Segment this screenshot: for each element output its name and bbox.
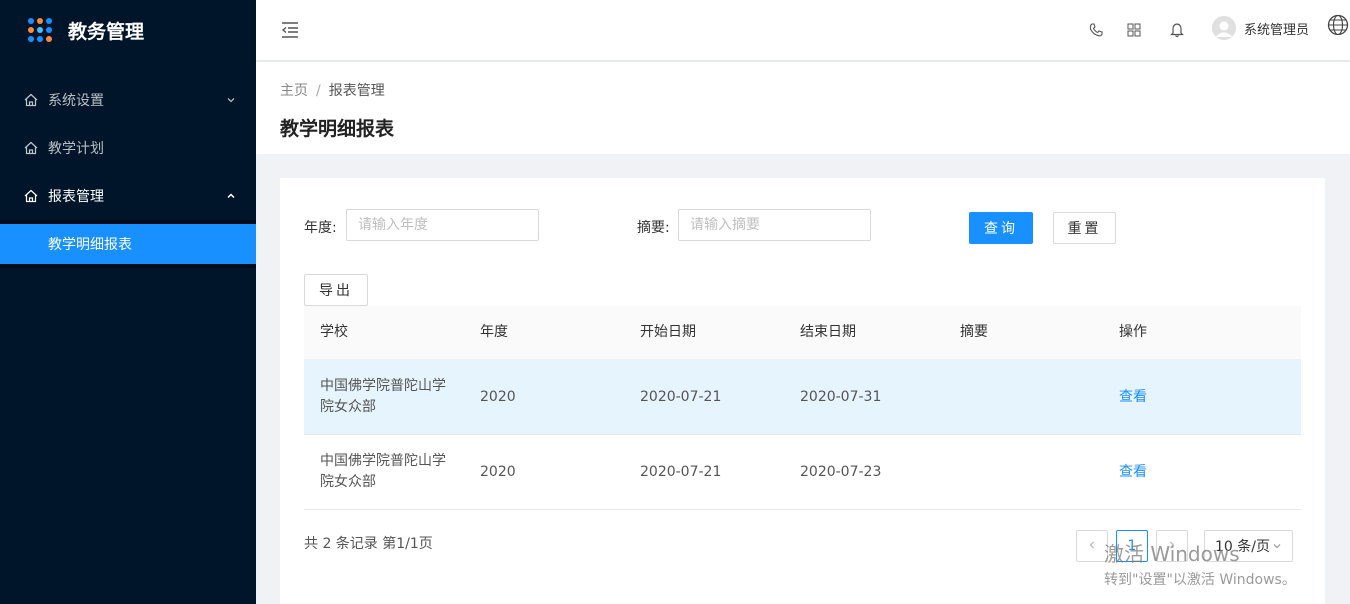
column-header-end-date: 结束日期 <box>800 324 856 340</box>
breadcrumb-home[interactable]: 主页 <box>280 83 308 99</box>
reset-button[interactable]: 重置 <box>1053 212 1116 244</box>
menu-fold-icon[interactable] <box>280 20 300 40</box>
report-table: 学校 年度 开始日期 结束日期 摘要 操作 中国佛学院普陀山学 院女众部 202… <box>304 306 1301 510</box>
column-header-summary: 摘要 <box>960 324 988 340</box>
page-size-select[interactable]: 10 条/页 <box>1204 530 1293 562</box>
bell-icon[interactable] <box>1169 22 1185 38</box>
year-input[interactable] <box>346 209 539 241</box>
pagination-summary: 共 2 条记录 第1/1页 <box>304 536 433 552</box>
sidebar-menu: 系统设置 教学计划 报表管理 教学明细报表 <box>0 76 256 268</box>
phone-icon[interactable] <box>1088 22 1104 38</box>
chevron-left-icon <box>1087 538 1097 554</box>
table-header: 学校 年度 开始日期 结束日期 摘要 操作 <box>304 306 1301 360</box>
sidebar-item-report-management[interactable]: 报表管理 <box>0 172 256 220</box>
home-icon <box>24 141 38 155</box>
chevron-down-icon <box>226 95 236 105</box>
chevron-right-icon <box>1167 538 1177 554</box>
avatar <box>1212 16 1236 40</box>
sidebar-item-teaching-detail-report[interactable]: 教学明细报表 <box>0 224 256 264</box>
breadcrumb: 主页 / 报表管理 <box>280 80 385 100</box>
sidebar-item-system-settings[interactable]: 系统设置 <box>0 76 256 124</box>
cell-end-date: 2020-07-31 <box>800 388 882 405</box>
home-icon <box>24 93 38 107</box>
cell-end-date: 2020-07-23 <box>800 463 882 480</box>
cell-year: 2020 <box>480 388 516 405</box>
page-size-value: 10 条/页 <box>1215 539 1270 555</box>
breadcrumb-current: 报表管理 <box>328 83 385 99</box>
chevron-up-icon <box>226 191 236 201</box>
cell-school: 中国佛学院普陀山学 院女众部 <box>320 453 446 490</box>
user-name: 系统管理员 <box>1244 22 1310 38</box>
page-header: 主页 / 报表管理 教学明细报表 <box>256 62 1350 154</box>
user-menu[interactable]: 系统管理员 <box>1212 16 1309 40</box>
chevron-down-icon <box>1272 541 1282 551</box>
app-title: 教务管理 <box>68 20 145 43</box>
breadcrumb-separator: / <box>316 83 321 99</box>
export-button[interactable]: 导出 <box>304 274 368 306</box>
table-row[interactable]: 中国佛学院普陀山学 院女众部 2020 2020-07-21 2020-07-2… <box>304 435 1301 510</box>
pagination-prev-button[interactable] <box>1076 530 1108 562</box>
query-button[interactable]: 查询 <box>969 212 1033 244</box>
summary-label: 摘要: <box>637 220 670 236</box>
summary-input[interactable] <box>678 209 871 241</box>
app-logo[interactable]: 教务管理 <box>0 0 256 60</box>
year-label: 年度: <box>304 220 337 236</box>
cell-action: 查看 <box>1103 387 1301 408</box>
submenu-report-management: 教学明细报表 <box>0 220 256 268</box>
view-link[interactable]: 查看 <box>1119 389 1147 405</box>
page-title: 教学明细报表 <box>280 118 395 140</box>
cell-action: 查看 <box>1103 462 1301 483</box>
sidebar-item-teaching-plan[interactable]: 教学计划 <box>0 124 256 172</box>
content-card: 年度: 摘要: 查询 重置 导出 学校 年度 开始日期 结束日期 摘要 操作 中… <box>280 178 1325 604</box>
cell-start-date: 2020-07-21 <box>640 388 722 405</box>
home-icon <box>24 189 38 203</box>
sidebar: 教务管理 系统设置 教学计划 报表管理 教学明细报表 <box>0 0 256 604</box>
view-link[interactable]: 查看 <box>1119 464 1147 480</box>
pagination-next-button[interactable] <box>1156 530 1188 562</box>
apps-icon[interactable] <box>1126 22 1142 38</box>
globe-icon[interactable] <box>1327 14 1349 36</box>
cell-start-date: 2020-07-21 <box>640 463 722 480</box>
table-row[interactable]: 中国佛学院普陀山学 院女众部 2020 2020-07-21 2020-07-3… <box>304 360 1301 435</box>
grid-logo-icon <box>28 18 52 42</box>
top-header: 系统管理员 <box>256 0 1350 60</box>
cell-year: 2020 <box>480 463 516 480</box>
column-header-year: 年度 <box>480 324 508 340</box>
sidebar-item-label: 教学计划 <box>48 141 104 157</box>
column-header-action: 操作 <box>1119 324 1147 340</box>
column-header-school: 学校 <box>320 324 348 340</box>
pagination-page-1[interactable]: 1 <box>1116 530 1148 562</box>
cell-school: 中国佛学院普陀山学 院女众部 <box>320 378 446 415</box>
sidebar-item-label: 系统设置 <box>48 93 104 109</box>
sidebar-item-label: 报表管理 <box>48 189 104 205</box>
column-header-start-date: 开始日期 <box>640 324 696 340</box>
